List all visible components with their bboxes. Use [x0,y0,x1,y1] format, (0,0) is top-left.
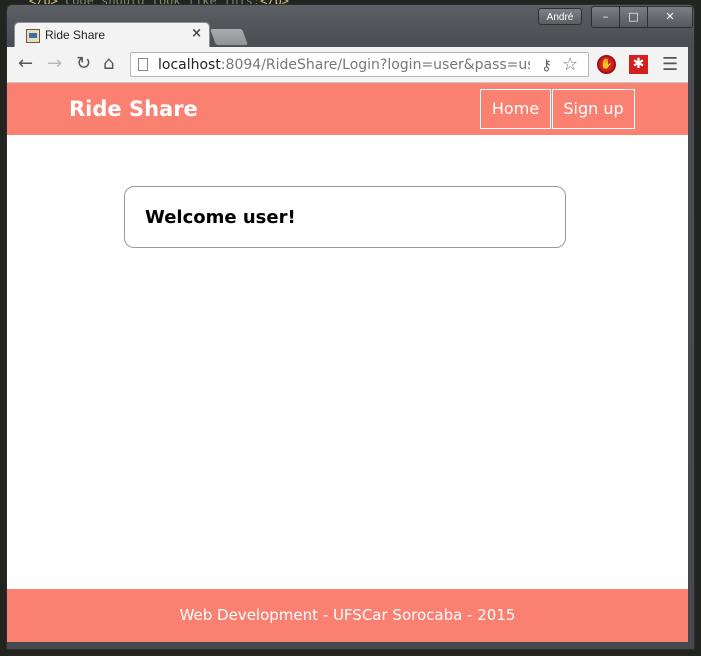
forward-arrow-icon[interactable]: → [47,55,62,73]
nav-home-link[interactable]: Home [480,89,551,129]
minimize-button[interactable]: – [592,7,620,27]
back-arrow-icon[interactable]: ← [18,55,33,73]
welcome-panel: Welcome user! [124,186,566,248]
adblock-extension-icon[interactable]: ✋ [597,55,616,74]
tab-title: Ride Share [45,28,106,42]
reload-icon[interactable]: ↻ [76,55,91,73]
close-window-button[interactable]: ✕ [648,7,692,27]
user-profile-badge[interactable]: André [538,8,582,25]
browser-toolbar: ← → ↻ ⌂ localhost:8094/RideShare/Login?l… [7,47,688,83]
site-footer: Web Development - UFSCar Sorocaba - 2015 [7,589,688,642]
welcome-message: Welcome user! [145,207,296,228]
menu-icon[interactable]: ☰ [662,54,678,75]
key-icon[interactable]: ⚷ [541,56,552,74]
web-page: Ride Share Home Sign up Welcome user! We… [7,83,688,642]
favicon-icon [26,29,40,43]
bookmark-star-icon[interactable]: ☆ [562,54,578,75]
url-text[interactable]: localhost:8094/RideShare/Login?login=use… [158,57,530,73]
nav-signup-link[interactable]: Sign up [552,89,635,129]
maximize-button[interactable]: □ [620,7,648,27]
site-brand[interactable]: Ride Share [69,97,198,121]
window-controls: – □ ✕ [591,6,693,28]
home-icon[interactable]: ⌂ [103,55,114,73]
tab-ride-share[interactable]: Ride Share × [14,22,210,48]
url-path: :8094/RideShare/Login?login=user&pass=us [220,57,530,73]
address-bar[interactable]: localhost:8094/RideShare/Login?login=use… [130,52,589,77]
page-icon [138,58,148,71]
new-tab-button[interactable] [208,28,250,46]
tab-close-icon[interactable]: × [191,26,202,41]
url-host: localhost [158,57,221,73]
lastpass-extension-icon[interactable]: ✱ [629,55,648,74]
site-navbar: Ride Share Home Sign up [7,83,688,135]
